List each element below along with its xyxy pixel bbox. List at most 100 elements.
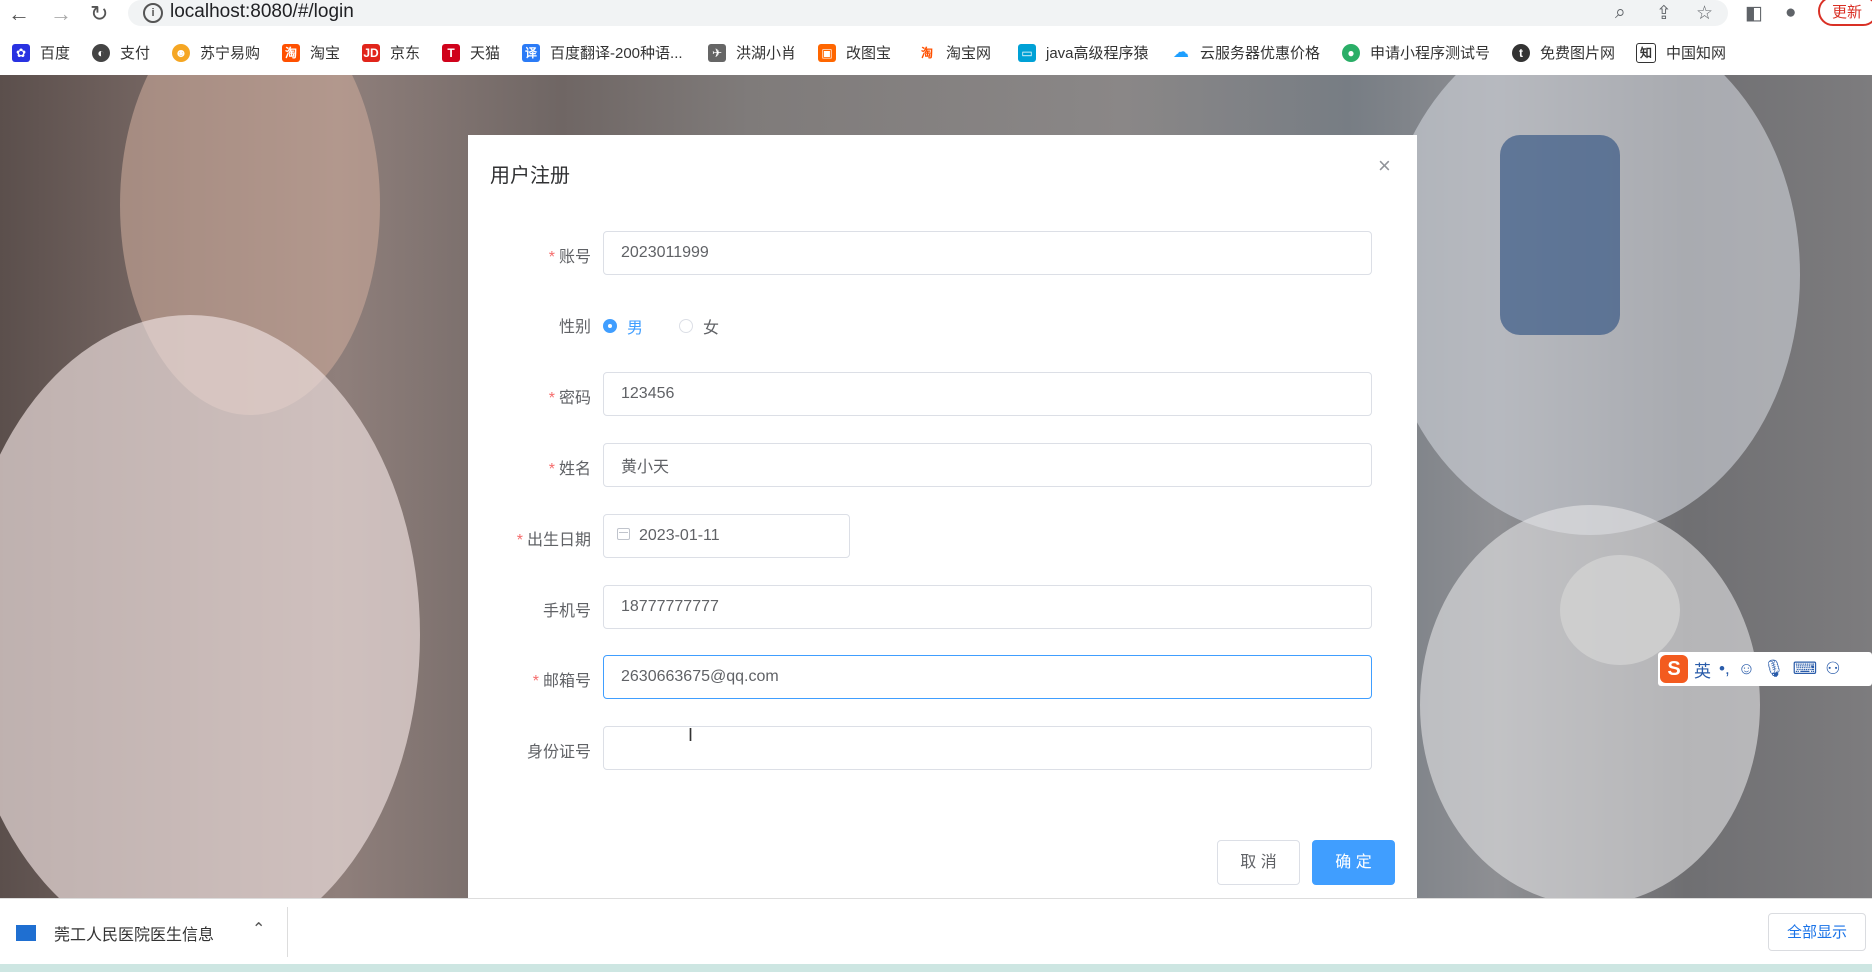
bookmark-item[interactable]: ☻ 苏宁易购 (172, 42, 260, 63)
side-panel-icon[interactable]: ◧ (1745, 2, 1763, 25)
bookmark-icon: ✈ (708, 43, 726, 62)
download-item-label: 莞工人民医院医生信息 (54, 927, 215, 944)
idcard-input[interactable] (603, 726, 1372, 770)
bookmark-label: 云服务器优惠价格 (1200, 45, 1321, 62)
gender-radio-female[interactable]: 女 (679, 314, 719, 338)
bookmark-item[interactable]: ✿ 百度 (12, 42, 70, 63)
bookmark-item[interactable]: ☁ 云服务器优惠价格 (1172, 42, 1320, 63)
bookmark-item[interactable]: 淘淘宝 (282, 42, 340, 63)
gender-label: 性别 (558, 319, 591, 336)
bookmark-item[interactable]: ✈ 洪湖小肖 (708, 42, 796, 63)
phone-row: 手机号 (468, 585, 1417, 631)
download-item[interactable]: 莞工人民医院医生信息 (16, 921, 214, 945)
account-row: * 账号 (468, 231, 1417, 277)
confirm-button[interactable]: 确 定 (1312, 840, 1395, 885)
birthday-date-picker[interactable] (603, 514, 850, 558)
bookmark-item[interactable]: ▭ java高级程序猿 (1018, 42, 1149, 63)
bookmarks-bar: ✿ 百度 ◐ 支付 ☻ 苏宁易购 淘淘宝 JD 京东 T 天猫 译百度翻译-200种语..… (0, 34, 1872, 74)
site-info-icon[interactable]: i (143, 3, 163, 23)
bookmark-icon: ▣ (818, 43, 836, 62)
password-label: * 密码 (549, 384, 591, 408)
bookmark-label: 申请小程序测试号 (1370, 45, 1491, 62)
bookmark-label: 天猫 (470, 45, 501, 62)
email-row: * 邮箱号 (468, 655, 1417, 701)
bookmark-item[interactable]: ▣ 改图宝 (818, 42, 891, 63)
sogou-icon[interactable]: S (1660, 655, 1688, 683)
profile-icon[interactable]: ● (1785, 2, 1796, 24)
name-input[interactable] (603, 443, 1372, 487)
bottom-strip (0, 964, 1872, 972)
bookmark-item[interactable]: JD 京东 (362, 42, 420, 63)
bookmark-icon: 知 (1636, 42, 1656, 63)
address-bar[interactable] (128, 0, 1728, 26)
phone-input[interactable] (603, 585, 1372, 629)
account-label-text: 账号 (558, 249, 591, 266)
bookmark-item[interactable]: ◐ 支付 (92, 42, 150, 63)
bookmark-icon: t (1512, 43, 1530, 62)
radio-label: 女 (703, 320, 720, 337)
bookmark-item[interactable]: T 天猫 (442, 42, 500, 63)
birthday-label-text: 出生日期 (526, 532, 591, 549)
download-shelf: 莞工人民医院医生信息 ⌃ 全部显示 (0, 898, 1872, 965)
bookmark-label: 淘宝网 (946, 45, 992, 62)
radio-dot (679, 319, 693, 333)
account-input[interactable] (603, 231, 1372, 275)
url-text[interactable]: localhost:8080/#/login (170, 1, 354, 23)
bookmark-icon: 译 (522, 43, 540, 62)
close-icon[interactable]: × (1378, 153, 1391, 179)
bookmark-icon: ☻ (172, 43, 190, 62)
email-input[interactable] (603, 655, 1372, 699)
bookmark-label: 百度翻译-200种语... (550, 45, 683, 62)
name-label: * 姓名 (549, 455, 591, 479)
bookmark-item[interactable]: t 免费图片网 (1512, 42, 1615, 63)
password-row: * 密码 (468, 372, 1417, 418)
name-label-text: 姓名 (558, 461, 591, 478)
password-input[interactable] (603, 372, 1372, 416)
cancel-button[interactable]: 取 消 (1217, 840, 1300, 885)
file-icon (16, 925, 36, 941)
share-icon[interactable]: ⇪ (1656, 2, 1672, 25)
ime-mode[interactable]: 英 (1694, 657, 1711, 682)
bookmark-icon: JD (362, 43, 380, 62)
reload-icon[interactable]: ↻ (90, 2, 108, 26)
bookmark-item[interactable]: 译百度翻译-200种语... (522, 42, 683, 63)
bookmark-icon: ◐ (92, 43, 110, 62)
bookmark-icon: ▭ (1018, 43, 1036, 62)
idcard-row: 身份证号 (468, 726, 1417, 772)
required-mark: * (516, 532, 523, 549)
bookmark-icon: ● (1342, 43, 1360, 62)
chevron-up-icon[interactable]: ⌃ (252, 919, 265, 939)
required-mark: * (548, 249, 555, 266)
mic-icon[interactable]: 🎙 (1763, 659, 1785, 679)
calendar-icon (617, 528, 630, 540)
bookmark-icon: ✿ (12, 43, 30, 62)
phone-label: 手机号 (542, 603, 591, 620)
idcard-label: 身份证号 (526, 744, 591, 761)
email-label-text: 邮箱号 (542, 673, 591, 690)
punctuation-icon[interactable]: •, (1719, 659, 1730, 679)
bookmark-item[interactable]: ● 申请小程序测试号 (1342, 42, 1490, 63)
bookmark-item[interactable]: 知中国知网 (1636, 42, 1726, 63)
bookmark-icon: ☁ (1172, 43, 1190, 62)
forward-icon[interactable]: → (50, 2, 72, 26)
gender-radio-male[interactable]: 男 (603, 314, 643, 338)
emoji-icon[interactable]: ☺ (1738, 659, 1755, 679)
radio-label: 男 (627, 320, 644, 337)
dialog-title: 用户注册 (490, 165, 570, 187)
back-icon[interactable]: ← (8, 2, 30, 26)
bookmark-item[interactable]: 淘淘宝网 (918, 42, 991, 63)
update-button[interactable]: 更新 (1818, 0, 1872, 26)
show-all-button[interactable]: 全部显示 (1768, 913, 1866, 951)
star-icon[interactable]: ☆ (1696, 2, 1713, 25)
text-cursor-icon: I (688, 725, 694, 745)
required-mark: * (532, 673, 539, 690)
bookmark-label: 京东 (390, 45, 421, 62)
browser-toolbar: ← → ↻ i localhost:8080/#/login ⌕ ⇪ ☆ ◧ ●… (0, 0, 1872, 28)
password-label-text: 密码 (558, 390, 591, 407)
gender-row: 性别 男 女 (468, 301, 1417, 347)
keyboard-icon[interactable]: ⌨ (1793, 659, 1818, 679)
zoom-icon[interactable]: ⌕ (1615, 2, 1626, 24)
required-mark: * (548, 390, 555, 407)
register-dialog: 用户注册 × *账号 性别 男 女 *密码 *姓名 *出生日期 手机号 *邮箱号… (468, 135, 1417, 898)
skin-icon[interactable]: ⚇ (1825, 659, 1840, 679)
